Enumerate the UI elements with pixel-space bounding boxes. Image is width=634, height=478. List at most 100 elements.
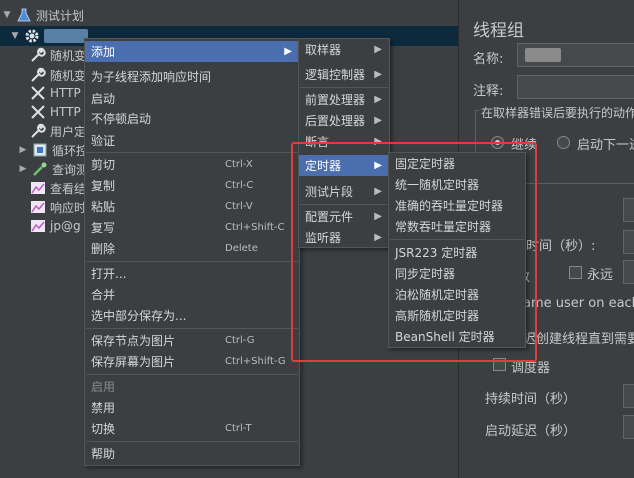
chart-icon [30,180,46,196]
startup-delay-field[interactable] [623,415,634,439]
menu-item-label: 不停顿启动 [91,112,152,126]
ramp-up-field[interactable] [623,230,634,254]
comment-field[interactable] [517,75,634,99]
timer-item-poisson-random[interactable]: 泊松随机定时器 [389,284,525,305]
menu-item-copy[interactable]: 复制 Ctrl-C [85,175,299,196]
menu-item-disable[interactable]: 禁用 [85,397,299,418]
timer-item-synchronizing[interactable]: 同步定时器 [389,263,525,284]
menu-item-add-response-time[interactable]: 为子线程添加响应时间 [85,66,299,87]
radio-continue[interactable] [491,136,504,149]
loop-count-field[interactable] [623,260,634,284]
tree-node-item[interactable]: HTTP [30,102,81,122]
radio-start-next[interactable] [557,136,570,149]
wrench-icon [30,47,46,63]
tree-node-item[interactable]: 响应时 [30,197,86,217]
timer-item-constant-throughput[interactable]: 常数吞吐量定时器 [389,216,525,237]
menu-item-label: 泊松随机定时器 [395,288,480,302]
menu-item-label: 帮助 [91,447,116,461]
timer-item-jsr223[interactable]: JSR223 定时器 [389,242,525,263]
menu-separator [86,441,298,442]
menu-item-start[interactable]: 启动 [85,88,299,109]
forever-label: 永远 [587,268,614,283]
menu-item-toggle[interactable]: 切换 Ctrl-T [85,418,299,439]
menu-separator [390,239,524,240]
menu-item-delete[interactable]: 删除 Delete [85,238,299,259]
menu-item-label: 启动 [91,92,116,106]
timer-item-uniform-random[interactable]: 统一随机定时器 [389,174,525,195]
menu-item-label: 保存节点为图片 [91,334,176,348]
expand-arrow-icon[interactable]: ▶ [18,145,28,155]
menu-item-label: 粘贴 [91,200,116,214]
submenu-item-test-fragment[interactable]: 测试片段 ▶ [299,181,389,202]
menu-item-label: 前置处理器 [305,93,366,107]
tree-node-item[interactable]: ▶ 查询测 [18,159,88,179]
menu-item-label: 常数吞吐量定时器 [395,220,492,234]
tree-node-item[interactable]: 查看结 [30,178,86,198]
submenu-arrow-icon: ▶ [374,94,382,105]
menu-item-duplicate[interactable]: 复写 Ctrl+Shift-C [85,217,299,238]
submenu-item-sampler[interactable]: 取样器 ▶ [299,39,389,60]
timer-item-precise-throughput[interactable]: 准确的吞吐量定时器 [389,195,525,216]
tree-label: 循环控 [52,143,89,158]
submenu-item-config-element[interactable]: 配置元件 ▶ [299,206,389,227]
menu-item-open[interactable]: 打开... [85,263,299,284]
menu-item-label: 固定定时器 [395,157,456,171]
menu-item-label: 高斯随机定时器 [395,309,480,323]
tree-node-item[interactable]: ▶ 循环控 [18,140,88,160]
tree-node-thread-group[interactable]: ▼ [10,26,88,46]
scheduler-checkbox[interactable] [493,358,506,371]
menu-item-save-node-image[interactable]: 保存节点为图片 Ctrl-G [85,330,299,351]
menu-item-label: 切换 [91,422,116,436]
timer-item-beanshell[interactable]: BeanShell 定时器 [389,326,525,347]
menu-item-enable[interactable]: 启用 [85,376,299,397]
tree-label: 用户定 [50,124,87,139]
wrench-icon [30,67,46,83]
add-submenu: 取样器 ▶ 逻辑控制器 ▶ 前置处理器 ▶ 后置处理器 ▶ 断言 ▶ 定时器 ▶ 测试片段 ▶… [298,38,390,248]
menu-item-save-selection-as[interactable]: 选中部分保存为... [85,305,299,326]
collapse-arrow-icon[interactable]: ▼ [10,31,20,41]
expand-arrow-icon[interactable]: ▶ [18,164,28,174]
duration-field[interactable] [623,384,634,408]
menu-item-help[interactable]: 帮助 [85,443,299,464]
menu-item-label: 选中部分保存为... [91,309,187,323]
submenu-item-assertion[interactable]: 断言 ▶ [299,131,389,152]
radio-continue-label: 继续 [511,138,538,153]
menu-item-cut[interactable]: 剪切 Ctrl-X [85,154,299,175]
menu-item-save-screen-image[interactable]: 保存屏幕为图片 Ctrl+Shift-G [85,351,299,372]
tree-node-item[interactable]: 随机变 [30,65,86,85]
submenu-item-timer[interactable]: 定时器 ▶ [299,155,389,176]
menu-item-add[interactable]: 添加 ▶ [85,41,299,62]
tree-node-item[interactable]: HTTP [30,83,81,103]
submenu-item-listener[interactable]: 监听器 ▶ [299,227,389,248]
menu-item-label: 定时器 [305,159,342,173]
tree-label-test-plan: 测试计划 [36,8,85,23]
tree-node-item[interactable]: 随机变 [30,45,86,65]
submenu-arrow-icon: ▶ [374,160,382,171]
submenu-item-pre-processor[interactable]: 前置处理器 ▶ [299,89,389,110]
menu-item-label: 统一随机定时器 [395,178,480,192]
tree-node-test-plan[interactable]: ▼ 测试计划 [2,5,84,25]
tree-label: 随机变 [50,68,87,83]
timer-item-constant[interactable]: 固定定时器 [389,153,525,174]
menu-item-validate[interactable]: 验证 [85,130,299,151]
duration-label: 持续时间（秒） [485,392,577,407]
menu-item-label: 取样器 [305,43,342,57]
gear-icon [24,28,40,44]
menu-item-start-no-pause[interactable]: 不停顿启动 [85,108,299,129]
tree-node-item[interactable]: jp@g [30,216,81,236]
tree-label: HTTP [50,105,81,119]
forever-checkbox[interactable] [569,266,582,279]
tree-label: HTTP [50,86,81,100]
timer-item-gaussian-random[interactable]: 高斯随机定时器 [389,305,525,326]
thread-group-name-redacted [44,29,88,43]
submenu-item-post-processor[interactable]: 后置处理器 ▶ [299,110,389,131]
menu-item-merge[interactable]: 合并 [85,284,299,305]
threads-field[interactable] [623,198,634,222]
menu-item-label: 后置处理器 [305,114,366,128]
collapse-arrow-icon[interactable]: ▼ [2,10,12,20]
submenu-item-logic-controller[interactable]: 逻辑控制器 ▶ [299,64,389,85]
menu-item-paste[interactable]: 粘贴 Ctrl-V [85,196,299,217]
submenu-arrow-icon: ▶ [374,115,382,126]
tree-node-item[interactable]: 用户定 [30,121,86,141]
menu-shortcut: Ctrl+Shift-C [225,222,285,233]
